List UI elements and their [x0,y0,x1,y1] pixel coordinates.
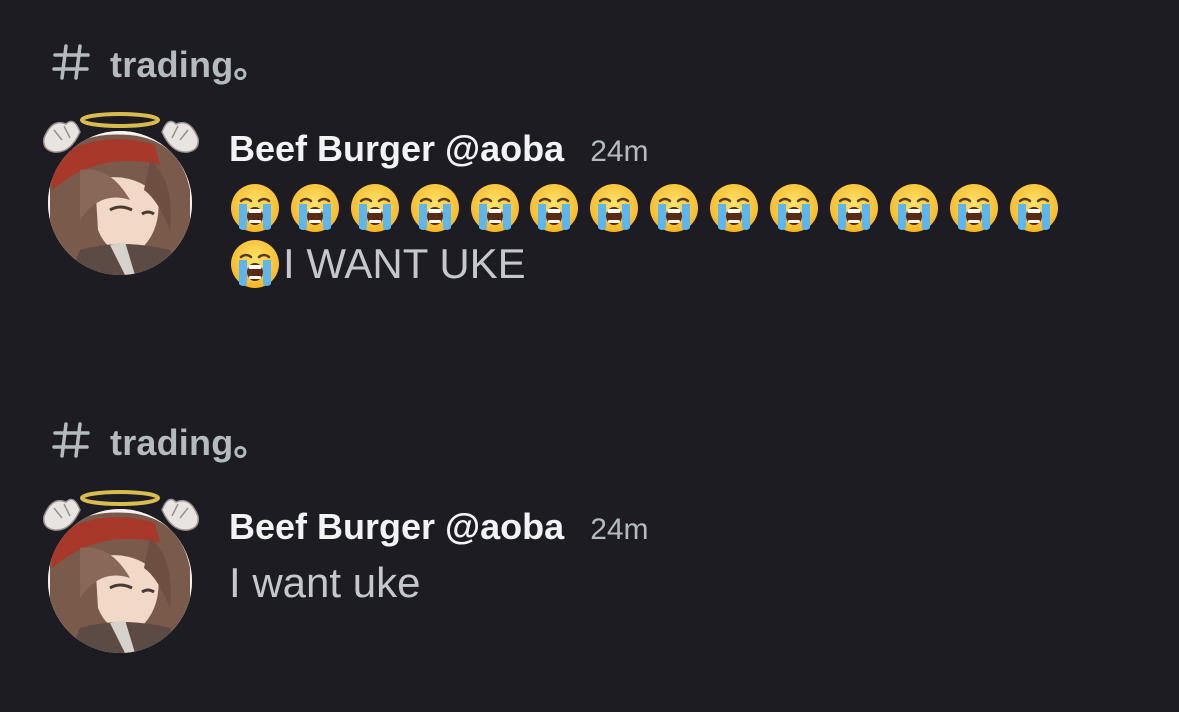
author-name[interactable]: Beef Burger @aoba [229,506,564,548]
loudly-crying-face-icon [350,184,399,232]
loudly-crying-face-icon [1009,184,1058,232]
loudly-crying-face-icon [410,184,459,232]
wing-right-icon [161,120,200,153]
message-line: I WANT UKE [229,236,1129,292]
author-name[interactable]: Beef Burger @aoba [229,128,564,170]
loudly-crying-face-icon [470,184,519,232]
author-line: Beef Burger @aoba 24m [229,506,649,554]
timestamp: 24m [590,135,649,168]
channel-name: trading。 [110,422,270,463]
loudly-crying-face-icon [949,184,998,232]
avatar[interactable] [40,110,205,275]
author-line: Beef Burger @aoba 24m [229,128,649,176]
loudly-crying-face-icon [231,240,279,288]
loudly-crying-face-icon [590,184,639,232]
loudly-crying-face-icon [829,184,878,232]
message-text: I want uke [229,559,421,606]
emoji-row [229,180,1129,236]
loudly-crying-face-icon [710,184,759,232]
loudly-crying-face-icon [530,184,579,232]
avatar[interactable] [40,488,205,653]
halo-icon [80,112,160,128]
timestamp: 24m [590,513,649,546]
loudly-crying-face-icon [231,184,279,232]
loudly-crying-face-icon [770,184,819,232]
halo-icon [80,490,160,506]
loudly-crying-face-icon [650,184,699,232]
hash-icon [52,422,90,458]
wing-right-icon [161,498,200,531]
message-text: I WANT UKE [283,240,526,287]
message-content: I WANT UKE [229,180,1129,292]
channel-header[interactable]: trading。 [50,416,270,464]
channel-name: trading。 [110,44,270,85]
loudly-crying-face-icon [290,184,339,232]
loudly-crying-face-icon [889,184,938,232]
hash-icon [52,44,90,80]
channel-header[interactable]: trading。 [50,38,270,86]
